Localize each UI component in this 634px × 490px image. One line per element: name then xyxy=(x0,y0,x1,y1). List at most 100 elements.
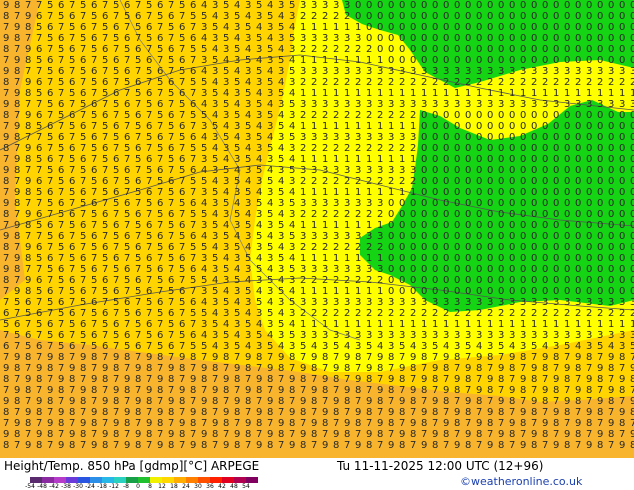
temp-digit: 0 xyxy=(399,198,405,209)
temp-digit: 9 xyxy=(14,253,20,264)
temp-digit: 0 xyxy=(542,253,548,264)
temp-digit: 2 xyxy=(366,275,372,286)
temp-digit: 2 xyxy=(377,77,383,88)
temp-digit: 2 xyxy=(322,44,328,55)
temp-digit: 5 xyxy=(212,220,218,231)
temp-digit: 7 xyxy=(465,385,471,396)
temp-digit: 6 xyxy=(102,341,108,352)
temp-digit: 8 xyxy=(443,363,449,374)
temp-digit: 8 xyxy=(410,396,416,407)
temp-digit: 7 xyxy=(80,11,86,22)
temp-digit: 5 xyxy=(289,231,295,242)
temp-digit: 5 xyxy=(245,55,251,66)
temp-digit: 0 xyxy=(619,231,625,242)
temp-digit: 5 xyxy=(267,275,273,286)
temp-digit: 8 xyxy=(333,440,339,451)
temp-digit: 6 xyxy=(69,143,75,154)
temp-digit: 0 xyxy=(454,154,460,165)
temp-digit: 3 xyxy=(278,0,284,11)
copyright-link[interactable]: ©weatheronline.co.uk xyxy=(460,475,582,489)
temp-digit: 5 xyxy=(267,308,273,319)
temp-digit: 8 xyxy=(91,385,97,396)
temp-digit: 0 xyxy=(597,220,603,231)
temp-digit: 3 xyxy=(355,341,361,352)
temp-digit: 8 xyxy=(476,429,482,440)
temp-digit: 7 xyxy=(58,396,64,407)
temp-digit: 0 xyxy=(520,132,526,143)
temp-digit: 9 xyxy=(135,363,141,374)
temp-digit: 1 xyxy=(388,121,394,132)
temp-digit: 4 xyxy=(223,55,229,66)
temp-digit: 6 xyxy=(135,341,141,352)
temp-digit: 4 xyxy=(201,198,207,209)
temp-digit: 7 xyxy=(201,418,207,429)
temp-digit: 8 xyxy=(399,440,405,451)
temp-digit: 0 xyxy=(498,198,504,209)
temp-digit: 2 xyxy=(366,242,372,253)
temp-digit: 7 xyxy=(190,253,196,264)
temp-digit: 7 xyxy=(14,143,20,154)
temp-digit: 7 xyxy=(80,407,86,418)
temp-digit: 7 xyxy=(168,132,174,143)
temp-digit: 2 xyxy=(344,110,350,121)
temp-digit: 8 xyxy=(619,352,625,363)
temp-digit: 3 xyxy=(366,99,372,110)
temp-digit: 1 xyxy=(300,154,306,165)
temp-digit: 2 xyxy=(344,11,350,22)
temp-digit: 9 xyxy=(443,418,449,429)
temp-digit: 0 xyxy=(564,165,570,176)
temp-digit: 7 xyxy=(69,330,75,341)
temp-digit: 0 xyxy=(520,286,526,297)
temp-digit: 5 xyxy=(80,297,86,308)
temp-digit: 7 xyxy=(69,198,75,209)
temp-digit: 9 xyxy=(608,385,614,396)
temp-digit: 7 xyxy=(212,407,218,418)
temp-digit: 7 xyxy=(124,154,130,165)
temp-digit: 8 xyxy=(487,352,493,363)
temp-digit: 9 xyxy=(476,418,482,429)
temp-digit: 2 xyxy=(366,143,372,154)
temp-digit: 8 xyxy=(157,385,163,396)
temp-digit: 0 xyxy=(586,11,592,22)
temp-digit: 3 xyxy=(311,0,317,11)
temp-digit: 5 xyxy=(278,319,284,330)
temp-digit: 7 xyxy=(91,55,97,66)
temp-digit: 8 xyxy=(366,440,372,451)
temp-digit: 3 xyxy=(322,330,328,341)
temp-digit: 9 xyxy=(157,374,163,385)
temp-digit: 6 xyxy=(113,22,119,33)
temp-digit: 5 xyxy=(201,110,207,121)
temp-digit: 7 xyxy=(410,407,416,418)
temp-digit: 3 xyxy=(256,11,262,22)
temp-digit: 8 xyxy=(608,429,614,440)
temp-digit: 3 xyxy=(509,330,515,341)
temp-digit: 1 xyxy=(608,88,614,99)
temp-digit: 9 xyxy=(14,220,20,231)
temp-digit: 0 xyxy=(465,198,471,209)
temp-digit: 7 xyxy=(36,418,42,429)
temp-digit: 2 xyxy=(311,275,317,286)
temp-digit: 5 xyxy=(333,341,339,352)
temp-digit: 8 xyxy=(80,396,86,407)
temp-digit: 7 xyxy=(421,429,427,440)
temp-digit: 3 xyxy=(212,264,218,275)
temp-digit: 3 xyxy=(201,22,207,33)
temp-digit: 8 xyxy=(432,407,438,418)
temp-digit: 3 xyxy=(289,143,295,154)
temp-digit: 0 xyxy=(487,220,493,231)
temp-digit: 9 xyxy=(300,396,306,407)
temp-digit: 0 xyxy=(542,154,548,165)
temp-digit: 9 xyxy=(36,429,42,440)
temp-digit: 9 xyxy=(498,363,504,374)
temp-digit: 0 xyxy=(443,176,449,187)
temp-digit: 8 xyxy=(311,396,317,407)
temp-digit: 5 xyxy=(399,341,405,352)
temp-digit: 3 xyxy=(597,99,603,110)
temp-digit: 9 xyxy=(465,429,471,440)
temp-digit: 5 xyxy=(223,198,229,209)
temp-digit: 4 xyxy=(256,22,262,33)
temp-digit: 1 xyxy=(366,286,372,297)
temp-digit: 3 xyxy=(234,187,240,198)
temp-digit: 0 xyxy=(586,187,592,198)
temp-digit: 0 xyxy=(432,264,438,275)
